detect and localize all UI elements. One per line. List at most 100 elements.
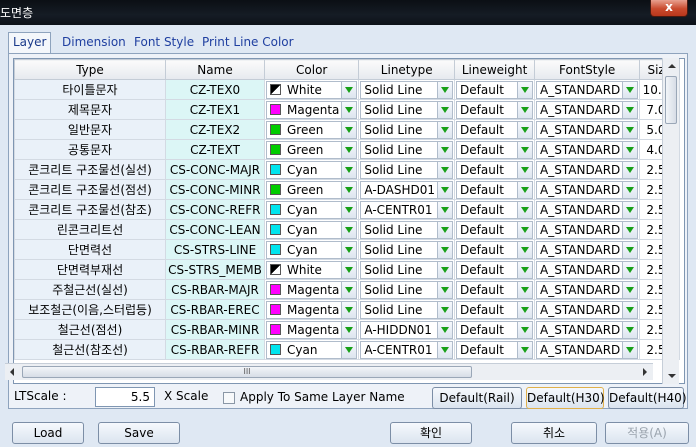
name-cell[interactable]: CZ-TEX0: [165, 79, 265, 100]
table-row[interactable]: 콘크리트 구조물선(실선) CS-CONC-MAJR Cyan Solid Line D…: [14, 159, 681, 180]
dropdown-arrow-icon[interactable]: [517, 161, 533, 178]
dropdown-arrow-icon[interactable]: [341, 221, 357, 238]
ok-button[interactable]: 확인: [390, 422, 472, 444]
type-cell[interactable]: 일반문자: [14, 119, 166, 140]
dropdown-arrow-icon[interactable]: [341, 161, 357, 178]
table-row[interactable]: 제목문자 CZ-TEX1 Magenta Solid Line Default A_STA…: [14, 99, 681, 120]
dropdown-arrow-icon[interactable]: [437, 81, 453, 98]
fontstyle-dropdown[interactable]: A_STANDARD: [536, 260, 639, 279]
dropdown-arrow-icon[interactable]: [341, 281, 357, 298]
close-button[interactable]: x: [650, 0, 688, 17]
type-cell[interactable]: 단면력선: [14, 239, 166, 260]
table-row[interactable]: 공통문자 CZ-TEXT Green Solid Line Default A_STAND…: [14, 139, 681, 160]
color-dropdown[interactable]: Green: [266, 180, 358, 199]
type-cell[interactable]: 주철근선(실선): [14, 279, 166, 300]
type-cell[interactable]: 콘크리트 구조물선(참조): [14, 199, 166, 220]
dropdown-arrow-icon[interactable]: [622, 181, 638, 198]
linetype-dropdown[interactable]: Solid Line: [360, 280, 454, 299]
fontstyle-dropdown[interactable]: A_STANDARD: [536, 200, 639, 219]
dropdown-arrow-icon[interactable]: [622, 341, 638, 358]
linetype-dropdown[interactable]: Solid Line: [360, 100, 454, 119]
tab-dimension[interactable]: Dimension: [58, 33, 130, 53]
type-cell[interactable]: 단면력부재선: [14, 259, 166, 280]
lineweight-dropdown[interactable]: Default: [456, 280, 534, 299]
color-dropdown[interactable]: Magenta: [266, 320, 358, 339]
dropdown-arrow-icon[interactable]: [437, 141, 453, 158]
name-cell[interactable]: CS-RBAR-EREC: [165, 299, 265, 320]
fontstyle-dropdown[interactable]: A_STANDARD: [536, 120, 639, 139]
name-cell[interactable]: CZ-TEXT: [165, 139, 265, 160]
dropdown-arrow-icon[interactable]: [437, 261, 453, 278]
color-dropdown[interactable]: White: [266, 260, 358, 279]
color-dropdown[interactable]: White: [266, 80, 358, 99]
lineweight-dropdown[interactable]: Default: [456, 100, 534, 119]
lineweight-dropdown[interactable]: Default: [456, 180, 534, 199]
scroll-up-icon[interactable]: [663, 58, 679, 74]
fontstyle-dropdown[interactable]: A_STANDARD: [536, 140, 639, 159]
linetype-dropdown[interactable]: Solid Line: [360, 240, 454, 259]
tab-print-line-color[interactable]: Print Line Color: [198, 33, 298, 53]
apply-same-layer-checkbox[interactable]: [223, 392, 235, 404]
dropdown-arrow-icon[interactable]: [517, 101, 533, 118]
linetype-dropdown[interactable]: Solid Line: [360, 140, 454, 159]
dropdown-arrow-icon[interactable]: [341, 81, 357, 98]
preset-h30-button[interactable]: Default(H30): [526, 387, 605, 409]
dropdown-arrow-icon[interactable]: [517, 201, 533, 218]
dropdown-arrow-icon[interactable]: [517, 321, 533, 338]
fontstyle-dropdown[interactable]: A_STANDARD: [536, 180, 639, 199]
name-cell[interactable]: CS-CONC-MINR: [165, 179, 265, 200]
dropdown-arrow-icon[interactable]: [341, 321, 357, 338]
lineweight-dropdown[interactable]: Default: [456, 240, 534, 259]
color-dropdown[interactable]: Cyan: [266, 340, 358, 359]
dropdown-arrow-icon[interactable]: [341, 201, 357, 218]
name-cell[interactable]: CZ-TEX2: [165, 119, 265, 140]
dropdown-arrow-icon[interactable]: [622, 301, 638, 318]
type-cell[interactable]: 철근선(참조선): [14, 339, 166, 360]
dropdown-arrow-icon[interactable]: [341, 341, 357, 358]
table-row[interactable]: 단면력부재선 CS-STRS_MEMB White Solid Line Default…: [14, 259, 681, 280]
dropdown-arrow-icon[interactable]: [341, 261, 357, 278]
linetype-dropdown[interactable]: Solid Line: [360, 260, 454, 279]
dropdown-arrow-icon[interactable]: [341, 301, 357, 318]
dropdown-arrow-icon[interactable]: [341, 121, 357, 138]
linetype-dropdown[interactable]: A-CENTR01: [360, 340, 454, 359]
scroll-down-icon[interactable]: [663, 368, 679, 384]
ltscale-input[interactable]: 5.5: [95, 387, 155, 407]
type-cell[interactable]: 콘크리트 구조물선(실선): [14, 159, 166, 180]
horizontal-scrollbar[interactable]: III: [5, 363, 653, 380]
dropdown-arrow-icon[interactable]: [622, 281, 638, 298]
tab-font-style[interactable]: Font Style: [130, 33, 198, 53]
table-row[interactable]: 타이틀문자 CZ-TEX0 White Solid Line Default A_STAN…: [14, 79, 681, 100]
name-cell[interactable]: CS-CONC-LEAN: [165, 219, 265, 240]
color-dropdown[interactable]: Magenta: [266, 280, 358, 299]
dropdown-arrow-icon[interactable]: [517, 301, 533, 318]
name-cell[interactable]: CS-STRS-LINE: [165, 239, 265, 260]
color-dropdown[interactable]: Green: [266, 120, 358, 139]
dropdown-arrow-icon[interactable]: [517, 221, 533, 238]
dropdown-arrow-icon[interactable]: [622, 141, 638, 158]
name-cell[interactable]: CZ-TEX1: [165, 99, 265, 120]
dropdown-arrow-icon[interactable]: [341, 141, 357, 158]
dropdown-arrow-icon[interactable]: [437, 221, 453, 238]
table-row[interactable]: 철근선(참조선) CS-RBAR-REFR Cyan A-CENTR01 Default…: [14, 339, 681, 360]
dropdown-arrow-icon[interactable]: [517, 141, 533, 158]
col-color-header[interactable]: Color: [263, 59, 360, 80]
dropdown-arrow-icon[interactable]: [341, 101, 357, 118]
type-cell[interactable]: 타이틀문자: [14, 79, 166, 100]
table-row[interactable]: 보조철근(이음,스터럽등) CS-RBAR-EREC Magenta Solid Li…: [14, 299, 681, 320]
vertical-scrollbar[interactable]: [662, 58, 679, 384]
fontstyle-dropdown[interactable]: A_STANDARD: [536, 320, 639, 339]
lineweight-dropdown[interactable]: Default: [456, 120, 534, 139]
table-row[interactable]: 단면력선 CS-STRS-LINE Cyan Solid Line Default A_S…: [14, 239, 681, 260]
fontstyle-dropdown[interactable]: A_STANDARD: [536, 220, 639, 239]
dropdown-arrow-icon[interactable]: [437, 161, 453, 178]
name-cell[interactable]: CS-RBAR-REFR: [165, 339, 265, 360]
linetype-dropdown[interactable]: Solid Line: [360, 120, 454, 139]
fontstyle-dropdown[interactable]: A_STANDARD: [536, 160, 639, 179]
table-row[interactable]: 콘크리트 구조물선(참조) CS-CONC-REFR Cyan A-CENTR01 De…: [14, 199, 681, 220]
dropdown-arrow-icon[interactable]: [437, 241, 453, 258]
dropdown-arrow-icon[interactable]: [622, 261, 638, 278]
dropdown-arrow-icon[interactable]: [341, 181, 357, 198]
dropdown-arrow-icon[interactable]: [622, 321, 638, 338]
dropdown-arrow-icon[interactable]: [437, 201, 453, 218]
